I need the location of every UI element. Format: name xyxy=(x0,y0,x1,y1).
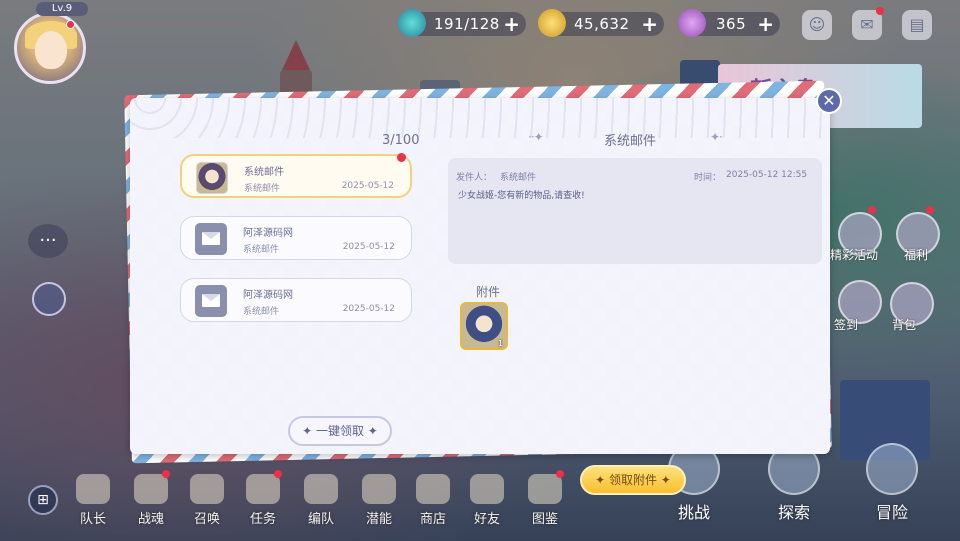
player-level: Lv.9 xyxy=(36,2,88,16)
nav-label: 召唤 xyxy=(193,512,220,527)
nav-adventure[interactable]: 冒险 xyxy=(866,443,918,523)
attachment-label: 附件 xyxy=(476,285,501,299)
nav-item-tasks[interactable]: 任务 xyxy=(240,470,286,527)
mail-item-date: 2025-05-12 xyxy=(342,304,395,314)
nav-item-captain[interactable]: 队长 xyxy=(70,474,116,527)
rocket-icon xyxy=(304,474,338,504)
gold-value: 45,632 xyxy=(574,15,630,33)
mail-panel: 3/100 ··✦ 系统邮件 ✦· 系统邮件 系统邮件 2025-05-12 阿… xyxy=(130,98,830,454)
panel-decoration xyxy=(130,98,830,138)
time-label: 时间： xyxy=(694,173,722,183)
attachment-item[interactable]: 1 xyxy=(460,302,508,350)
hourglass-icon xyxy=(190,474,224,504)
gem-icon xyxy=(678,9,706,37)
handshake-icon xyxy=(470,474,504,504)
avatar-notification-dot xyxy=(66,20,75,29)
adventure-icon xyxy=(866,443,918,495)
mail-count: 3/100 xyxy=(382,133,420,148)
nav-item-potential[interactable]: 潜能 xyxy=(356,474,402,527)
nav-item-formation[interactable]: 编队 xyxy=(298,474,344,527)
explore-label: 探索 xyxy=(777,503,810,522)
mail-item-subtitle: 系统邮件 xyxy=(243,245,280,255)
adventure-label: 冒险 xyxy=(875,503,908,522)
settings-icon[interactable]: ▤ xyxy=(902,10,932,40)
nav-item-soul[interactable]: 战魂 xyxy=(128,470,174,527)
sender-value: 系统邮件 xyxy=(500,173,537,183)
soul-notification-dot xyxy=(162,470,170,478)
mail-title: 系统邮件 xyxy=(604,134,657,149)
gold-add-button[interactable]: + xyxy=(641,12,658,36)
mail-list-item[interactable]: 阿泽源码网 系统邮件 2025-05-12 xyxy=(180,278,412,322)
nav-label: 战魂 xyxy=(137,512,164,527)
stamina-counter: 191/128 + xyxy=(398,9,526,37)
star-icon xyxy=(362,474,396,504)
book-icon xyxy=(528,474,562,504)
nav-item-codex[interactable]: 图鉴 xyxy=(522,470,568,527)
scroll-icon xyxy=(246,474,280,504)
gem-value: 365 xyxy=(716,15,747,33)
mail-body: 少女战姬-您有新的物品,请查收! xyxy=(458,191,585,201)
nav-item-friends[interactable]: 好友 xyxy=(464,474,510,527)
nav-label: 编队 xyxy=(307,512,334,527)
tasks-notification-dot xyxy=(274,470,282,478)
mail-icon[interactable]: ✉ xyxy=(852,7,884,40)
gem-counter: 365 + xyxy=(678,9,780,37)
mail-item-title: 阿泽源码网 xyxy=(243,290,293,301)
friends-icon[interactable]: ☺ xyxy=(802,10,832,40)
player-avatar[interactable] xyxy=(14,12,86,84)
welfare-label: 福利 xyxy=(904,248,929,262)
mail-detail: 发件人： 系统邮件 时间： 2025-05-12 12:55 少女战姬-您有新的… xyxy=(448,158,822,264)
portrait-icon xyxy=(196,162,228,194)
mail-item-title: 阿泽源码网 xyxy=(243,228,293,239)
nav-item-summon[interactable]: 召唤 xyxy=(184,474,230,527)
nav-label: 图鉴 xyxy=(531,512,558,527)
unread-dot xyxy=(397,153,406,162)
mail-item-title: 系统邮件 xyxy=(244,167,284,178)
nav-label: 潜能 xyxy=(365,512,392,527)
lightning-icon xyxy=(398,9,426,37)
nav-label: 队长 xyxy=(79,512,106,527)
chat-icon[interactable]: ··· xyxy=(28,224,68,258)
envelope-icon xyxy=(195,285,227,317)
mail-list-item[interactable]: 阿泽源码网 系统邮件 2025-05-12 xyxy=(180,216,412,260)
nav-label: 商店 xyxy=(419,512,446,527)
mail-item-subtitle: 系统邮件 xyxy=(244,184,281,194)
bag-label: 背包 xyxy=(892,318,917,332)
avatar-face xyxy=(35,31,67,69)
bottom-navigation: ⊞ 队长 战魂 召唤 任务 编队 潜能 商店 好友 图鉴 挑战 探索 冒险 xyxy=(0,443,960,541)
envelope-icon xyxy=(195,223,227,255)
challenge-label: 挑战 xyxy=(677,503,710,522)
mail-dialog: 3/100 ··✦ 系统邮件 ✦· 系统邮件 系统邮件 2025-05-12 阿… xyxy=(118,80,842,464)
mail-notification-dot xyxy=(876,7,884,15)
mail-list-item[interactable]: 系统邮件 系统邮件 2025-05-12 xyxy=(180,153,412,198)
welfare-notification-dot xyxy=(926,206,934,214)
nav-item-shop[interactable]: 商店 xyxy=(410,474,456,527)
title-deco-left-icon: ··✦ xyxy=(528,130,544,144)
scale-icon xyxy=(416,474,450,504)
gold-counter: 45,632 + xyxy=(538,9,664,37)
codex-notification-dot xyxy=(556,470,564,478)
attachment-count: 1 xyxy=(497,339,503,348)
claim-all-button[interactable]: ✦ 一键领取 ✦ xyxy=(288,416,392,446)
nav-label: 任务 xyxy=(249,512,276,527)
title-deco-right-icon: ✦· xyxy=(710,130,723,144)
stamina-value: 191/128 xyxy=(434,15,500,33)
mail-item-subtitle: 系统邮件 xyxy=(243,307,280,317)
sender-label: 发件人： xyxy=(456,173,493,183)
claim-attachment-button[interactable]: ✦ 领取附件 ✦ xyxy=(580,465,686,495)
captain-icon xyxy=(76,474,110,504)
time-value: 2025-05-12 12:55 xyxy=(726,170,808,180)
close-icon[interactable]: ✕ xyxy=(816,88,842,114)
compass-icon[interactable] xyxy=(32,282,66,316)
nav-label: 好友 xyxy=(473,512,500,527)
mail-item-date: 2025-05-12 xyxy=(341,181,394,191)
mail-item-date: 2025-05-12 xyxy=(342,242,395,252)
menu-icon[interactable]: ⊞ xyxy=(28,485,58,515)
coin-icon xyxy=(538,9,566,37)
stamina-add-button[interactable]: + xyxy=(503,12,520,36)
event-notification-dot xyxy=(868,206,876,214)
gem-add-button[interactable]: + xyxy=(757,12,774,36)
soul-icon xyxy=(134,474,168,504)
